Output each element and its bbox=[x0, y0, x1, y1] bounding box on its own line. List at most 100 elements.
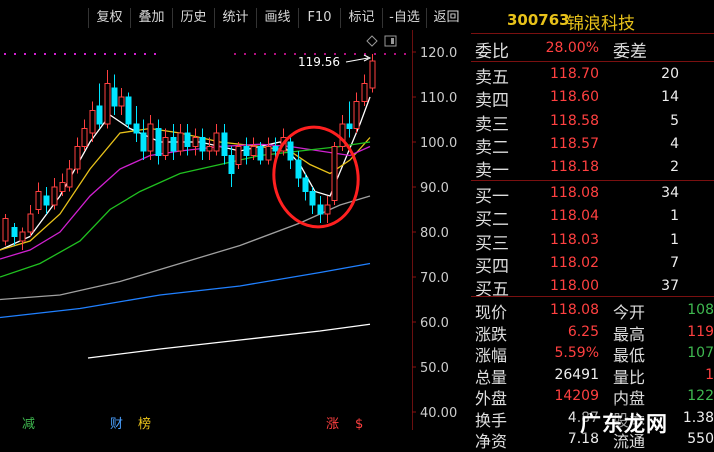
candle-body[interactable] bbox=[89, 110, 96, 134]
candle-body[interactable] bbox=[346, 123, 353, 129]
candle-body[interactable] bbox=[177, 132, 184, 152]
candle-body[interactable] bbox=[287, 141, 294, 161]
candle-body[interactable] bbox=[228, 155, 235, 174]
bid-row[interactable]: 买一 118.08 34 bbox=[471, 182, 714, 207]
toolbar-draw-line-button[interactable]: 画线 bbox=[256, 8, 298, 28]
candle-body[interactable] bbox=[140, 132, 147, 152]
candle-body[interactable] bbox=[118, 96, 125, 107]
candle-body[interactable] bbox=[162, 137, 169, 156]
candle-body[interactable] bbox=[206, 146, 213, 152]
candle-body[interactable] bbox=[353, 101, 360, 129]
candle-body[interactable] bbox=[133, 123, 140, 134]
candle-body[interactable] bbox=[295, 159, 302, 179]
ask-row[interactable]: 卖三 118.58 5 bbox=[471, 110, 714, 135]
bid-price: 118.02 bbox=[550, 254, 599, 271]
divider bbox=[471, 33, 714, 34]
candle-body[interactable] bbox=[257, 146, 264, 161]
candle-body[interactable] bbox=[27, 213, 34, 233]
candle-body[interactable] bbox=[369, 60, 376, 89]
candle-body[interactable] bbox=[104, 83, 111, 125]
stat-value: 5.59% bbox=[554, 345, 599, 361]
candle-body[interactable] bbox=[11, 227, 18, 237]
candle-body[interactable] bbox=[51, 186, 58, 206]
event-marker[interactable]: 财 bbox=[110, 417, 123, 432]
bid-row[interactable]: 买三 118.03 1 bbox=[471, 229, 714, 254]
bid-level-label: 买四 bbox=[475, 256, 509, 277]
marker-dot bbox=[4, 53, 6, 55]
y-tick-label: 40.00 bbox=[420, 406, 457, 421]
event-marker[interactable]: 减 bbox=[22, 417, 35, 432]
bid-volume: 37 bbox=[661, 278, 679, 295]
candle-body[interactable] bbox=[361, 83, 368, 102]
event-marker[interactable]: 涨 bbox=[326, 417, 339, 432]
high-price-arrow bbox=[345, 57, 369, 63]
bid-volume: 34 bbox=[661, 185, 679, 201]
toolbar-overlay-button[interactable]: 叠加 bbox=[130, 8, 172, 28]
ask-row[interactable]: 卖一 118.18 2 bbox=[471, 156, 714, 182]
candle-body[interactable] bbox=[96, 105, 103, 125]
candle-body[interactable] bbox=[265, 146, 272, 161]
y-tick-label: 120.0 bbox=[420, 46, 457, 61]
quote-panel: 300763 锦浪科技 委比 28.00% 委差 卖五 118.70 20 卖四 118… bbox=[471, 0, 714, 451]
candle-body[interactable] bbox=[221, 132, 228, 156]
marker-dot bbox=[114, 53, 116, 55]
candle-body[interactable] bbox=[309, 191, 316, 206]
bid-row[interactable]: 买二 118.04 1 bbox=[471, 205, 714, 230]
candle-body[interactable] bbox=[331, 146, 338, 201]
candle-body[interactable] bbox=[147, 123, 154, 152]
ask-level-label: 卖一 bbox=[475, 161, 509, 182]
bid-row[interactable]: 买五 118.00 37 bbox=[471, 275, 714, 300]
panel-toggle-icon bbox=[384, 35, 397, 47]
toolbar-history-button[interactable]: 历史 bbox=[172, 8, 214, 28]
toolbar-back-button[interactable]: 返回 bbox=[426, 8, 466, 28]
candle-body[interactable] bbox=[155, 128, 162, 156]
candle-body[interactable] bbox=[272, 146, 279, 152]
ask-row[interactable]: 卖四 118.60 14 bbox=[471, 86, 714, 112]
event-marker[interactable]: $ bbox=[355, 417, 363, 432]
candle-body[interactable] bbox=[35, 191, 42, 210]
candle-body[interactable] bbox=[302, 177, 309, 192]
candle-body[interactable] bbox=[66, 168, 73, 188]
toolbar-f10-button[interactable]: F10 bbox=[298, 8, 340, 28]
marker-dot bbox=[404, 53, 406, 55]
toolbar-statistics-button[interactable]: 统计 bbox=[214, 8, 256, 28]
candle-body[interactable] bbox=[317, 204, 324, 215]
divider bbox=[471, 61, 714, 62]
ask-row[interactable]: 卖五 118.70 20 bbox=[471, 63, 714, 88]
ask-price: 118.18 bbox=[550, 159, 599, 176]
y-tick-label: 100.0 bbox=[420, 136, 457, 151]
candlestick-chart[interactable]: 119.56 120.0 110.0 100.0 90.0 80.0 70.0 60.0 50… bbox=[0, 30, 470, 450]
candle-body[interactable] bbox=[184, 132, 191, 147]
candle-body[interactable] bbox=[250, 146, 257, 156]
candle-body[interactable] bbox=[235, 146, 242, 165]
candle-body[interactable] bbox=[324, 204, 331, 215]
toolbar-remove-watchlist-button[interactable]: -自选 bbox=[382, 8, 426, 28]
candle-body[interactable] bbox=[19, 231, 26, 242]
toolbar-mark-button[interactable]: 标记 bbox=[340, 8, 382, 28]
candle-body[interactable] bbox=[81, 128, 88, 147]
event-marker[interactable]: 榜 bbox=[138, 416, 151, 432]
ask-row[interactable]: 卖二 118.57 4 bbox=[471, 133, 714, 158]
toolbar-restore-rights-button[interactable]: 复权 bbox=[88, 8, 130, 28]
marker-dot bbox=[344, 53, 346, 55]
candle-body[interactable] bbox=[111, 87, 118, 107]
chart-toolbar: 复权 叠加 历史 统计 画线 F10 标记 -自选 返回 bbox=[0, 8, 470, 30]
order-ratio-row: 委比 28.00% 委差 bbox=[471, 37, 714, 62]
candle-body[interactable] bbox=[192, 137, 199, 147]
candle-body[interactable] bbox=[125, 96, 132, 125]
candle-body[interactable] bbox=[170, 137, 177, 152]
stat-label: 量比 bbox=[613, 367, 646, 387]
candle-body[interactable] bbox=[74, 146, 81, 170]
y-tick-label: 60.0 bbox=[420, 316, 449, 331]
candle-body[interactable] bbox=[199, 137, 206, 152]
ask-volume: 5 bbox=[670, 112, 679, 129]
candle-body[interactable] bbox=[43, 195, 50, 206]
candle-body[interactable] bbox=[243, 146, 250, 156]
candle-body[interactable] bbox=[59, 182, 66, 192]
ask-level-label: 卖四 bbox=[475, 91, 509, 112]
ask-level-label: 卖二 bbox=[475, 137, 509, 158]
candle-body[interactable] bbox=[213, 132, 220, 152]
bid-row[interactable]: 买四 118.02 7 bbox=[471, 252, 714, 277]
candle-body[interactable] bbox=[2, 218, 9, 242]
bid-price: 118.04 bbox=[550, 208, 599, 225]
